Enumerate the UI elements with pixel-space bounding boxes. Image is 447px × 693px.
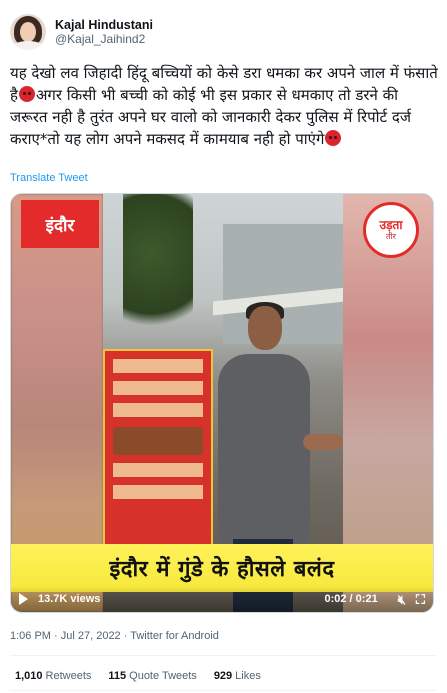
scene-hand [303, 434, 343, 450]
likes-stat[interactable]: 929 Likes [214, 670, 261, 682]
avatar-shoulders [12, 41, 44, 50]
retweets-label: Retweets [45, 670, 92, 682]
tweet-header: Kajal Hindustani @Kajal_Jaihind2 [10, 12, 153, 52]
channel-logo-text: उड़ता [379, 218, 403, 232]
sign-row [113, 463, 203, 477]
channel-logo: उड़ता तीर [363, 202, 419, 258]
scene-tree [123, 194, 193, 344]
sign-row [113, 485, 203, 499]
video-views: 13.7K views [38, 593, 101, 605]
tweet-stats: 1,010 Retweets 115 Quote Tweets 929 Likes [15, 670, 278, 682]
headline-banner-text: इंदौर में गुंडे के हौसले बलंद [109, 557, 335, 582]
scene-person-body [218, 354, 310, 544]
author-display-name[interactable]: Kajal Hindustani [55, 18, 153, 32]
tweet-timestamp[interactable]: 1:06 PM · Jul 27, 2022 · Twitter for And… [10, 630, 219, 642]
avatar-face [20, 22, 36, 42]
location-tag: इंदौर [21, 200, 99, 248]
sign-row [113, 403, 203, 417]
divider [10, 690, 436, 691]
sign-row [113, 359, 203, 373]
author-names: Kajal Hindustani @Kajal_Jaihind2 [55, 18, 153, 46]
muted-speaker-icon[interactable]: 🔇︎ [398, 593, 406, 606]
likes-count: 929 [213, 670, 233, 682]
retweets-stat[interactable]: 1,010 Retweets [15, 670, 91, 682]
quote-tweets-count: 115 [108, 670, 127, 682]
headline-banner: इंदौर में गुंडे के हौसले बलंद [11, 544, 433, 592]
play-icon[interactable] [19, 593, 28, 605]
tweet-text: यह देखो लव जिहादी हिंदू बच्चियों को केसे… [10, 62, 440, 150]
video-player[interactable]: इंदौर उड़ता तीर इंदौर में गुंडे के हौसले… [10, 193, 434, 613]
tweet-text-part2: अगर किसी भी बच्ची को कोई भी इस प्रकार से… [10, 86, 411, 148]
translate-tweet-link[interactable]: Translate Tweet [10, 172, 88, 184]
angry-face-emoji-icon [18, 86, 35, 102]
scene-person-head [248, 306, 282, 350]
retweets-count: 1,010 [15, 670, 43, 682]
sign-row [113, 381, 203, 395]
scene-shop-sign [103, 349, 213, 549]
fullscreen-icon[interactable]: ⛶ [416, 593, 425, 606]
quote-tweets-label: Quote Tweets [129, 670, 197, 682]
quote-tweets-stat[interactable]: 115 Quote Tweets [108, 670, 196, 682]
channel-logo-subtext: तीर [386, 232, 396, 241]
video-controls: 13.7K views 0:02 / 0:21 🔇︎ ⛶ [11, 586, 433, 612]
scene-building [223, 224, 343, 344]
author-handle[interactable]: @Kajal_Jaihind2 [55, 32, 153, 46]
divider [10, 655, 436, 656]
angry-face-emoji-icon [325, 130, 342, 146]
avatar[interactable] [10, 14, 46, 50]
likes-label: Likes [235, 670, 261, 682]
video-time: 0:02 / 0:21 [324, 593, 378, 605]
sign-food-image [113, 427, 203, 455]
